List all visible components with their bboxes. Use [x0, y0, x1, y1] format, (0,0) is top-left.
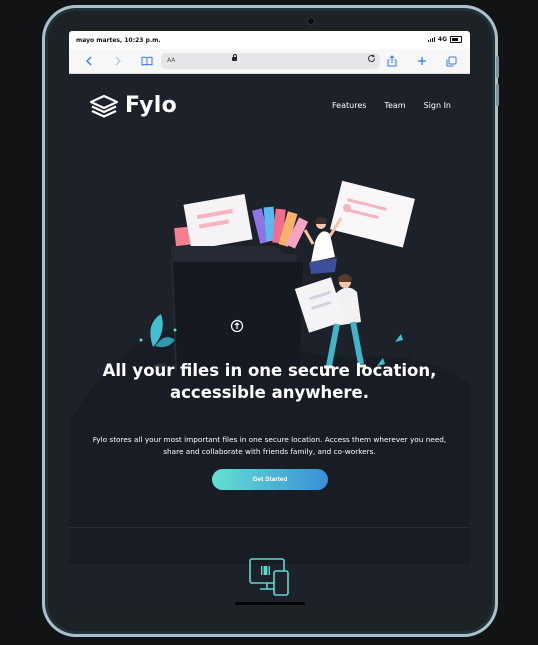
nav-link-sign-in[interactable]: Sign In: [424, 101, 451, 110]
signal-icon: [427, 37, 435, 42]
browser-toolbar: AA: [69, 49, 470, 74]
lock-icon: [232, 54, 237, 61]
hero-headline: All your files in one secure location, a…: [69, 360, 470, 404]
status-time: mayo martes, 10:23 p.m.: [76, 37, 161, 44]
nav-link-features[interactable]: Features: [332, 101, 366, 110]
volume-down-button: [496, 84, 499, 106]
bookmarks-icon[interactable]: [140, 53, 154, 69]
access-anywhere-icon: [249, 558, 289, 596]
front-camera: [308, 18, 314, 24]
status-bar: mayo martes, 10:23 p.m. 4G: [69, 31, 470, 49]
brand-name: Fylo: [125, 93, 178, 118]
hero-illustration: [139, 180, 415, 370]
section-divider: [69, 527, 470, 528]
headline-line-2: accessible anywhere.: [170, 383, 369, 402]
battery-icon: [450, 36, 462, 43]
network-label: 4G: [437, 36, 447, 43]
webpage: Fylo Features Team Sign In All your file…: [69, 74, 470, 609]
address-bar[interactable]: AA: [161, 53, 380, 69]
status-indicators: 4G: [427, 36, 462, 43]
get-started-button[interactable]: Get Started: [212, 469, 328, 490]
home-indicator: [235, 602, 305, 605]
nav-link-team[interactable]: Team: [384, 101, 405, 110]
tabs-icon[interactable]: [445, 53, 457, 69]
headline-line-1: All your files in one secure location,: [102, 361, 437, 380]
new-tab-icon[interactable]: [416, 53, 428, 69]
fylo-logo[interactable]: Fylo: [89, 93, 177, 118]
forward-icon[interactable]: [112, 53, 124, 69]
reader-button[interactable]: AA: [167, 57, 175, 64]
back-icon[interactable]: [83, 53, 95, 69]
tablet-screen: mayo martes, 10:23 p.m. 4G AA Fylo Featu…: [69, 31, 470, 609]
layers-logo-icon: [89, 94, 119, 118]
reload-icon[interactable]: [367, 54, 376, 66]
share-icon[interactable]: [386, 53, 398, 69]
volume-up-button: [496, 56, 499, 78]
hero-lead-text: Fylo stores all your most important file…: [92, 435, 447, 456]
main-nav: Features Team Sign In: [332, 101, 451, 110]
